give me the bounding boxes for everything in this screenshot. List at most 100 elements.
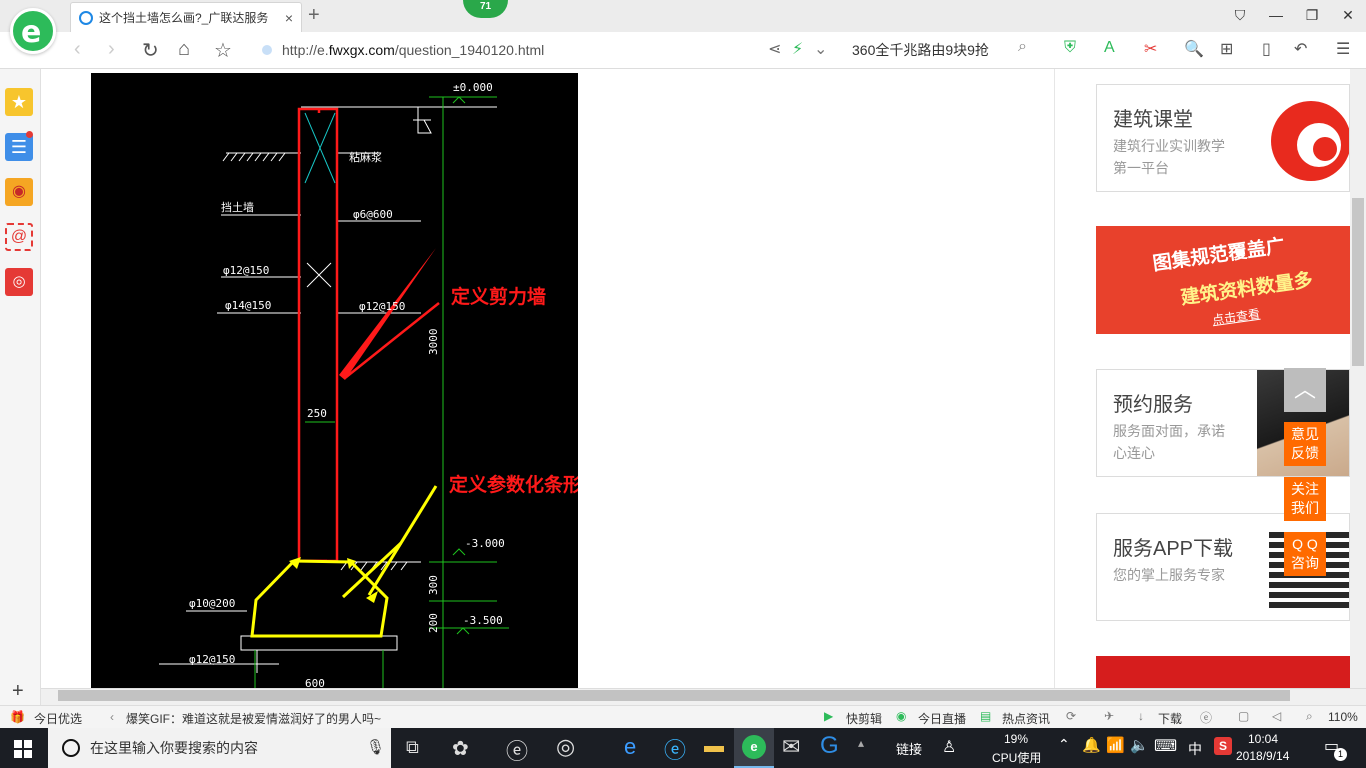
active-browser-task[interactable]: e bbox=[734, 728, 774, 768]
edge-browser-icon[interactable]: ⓔ bbox=[506, 734, 528, 766]
swirl-app-icon[interactable]: ◎ bbox=[556, 734, 575, 760]
game-icon[interactable]: ◎ bbox=[5, 268, 33, 296]
speaker-icon[interactable]: 🔈 bbox=[1130, 736, 1149, 754]
follow-us-button[interactable]: 关注 我们 bbox=[1284, 477, 1326, 521]
apps-grid-icon[interactable]: ⊞ bbox=[1220, 39, 1233, 59]
user-icon[interactable]: ♙ bbox=[942, 737, 956, 757]
banner-line1: 图集规范覆盖广 bbox=[1151, 235, 1287, 276]
keyboard-icon[interactable]: ⌨ bbox=[1154, 736, 1177, 756]
drawing-phi6-label: φ6@600 bbox=[353, 208, 393, 221]
address-bar[interactable]: http://e.fwxgx.com/question_1940120.html bbox=[262, 36, 842, 64]
ime-indicator[interactable]: 中 bbox=[1188, 739, 1202, 759]
microphone-icon[interactable]: 🎙 bbox=[366, 738, 385, 756]
speed-icon[interactable]: ⟳ bbox=[1066, 709, 1076, 723]
drawing-wall-label: 挡土墙 bbox=[221, 200, 254, 214]
taskbar-overflow-icon[interactable]: ▴ bbox=[858, 736, 864, 750]
window-icon[interactable]: ▢ bbox=[1238, 709, 1249, 723]
pin-icon[interactable]: ✈ bbox=[1104, 709, 1114, 723]
favorite-star-icon[interactable]: ☆ bbox=[214, 38, 232, 63]
tab-active[interactable]: 这个挡土墙怎么画?_广联达服务 × bbox=[70, 2, 302, 32]
drawing-dim3000: 3000 bbox=[427, 329, 440, 356]
annotation-shear-wall: 定义剪力墙 bbox=[451, 285, 546, 308]
skin-icon[interactable]: ⛉ bbox=[1222, 0, 1258, 32]
cad-drawing-svg: ±0.000 粘麻浆 挡土墙 φ6@600 φ12@150 φ14@150 φ1… bbox=[159, 81, 578, 688]
task-view-icon[interactable]: ⧉ bbox=[406, 737, 419, 758]
volume-icon[interactable]: ◁ bbox=[1272, 709, 1281, 723]
search-suggestion[interactable]: 360全千兆路由9块9抢 bbox=[852, 40, 989, 60]
sogou-ime-icon[interactable]: S bbox=[1214, 737, 1232, 755]
clock-time[interactable]: 10:04 bbox=[1248, 732, 1278, 746]
reading-mode-icon[interactable]: ▯ bbox=[1262, 39, 1271, 59]
forward-icon[interactable]: › bbox=[108, 38, 115, 61]
url-text: http://e.fwxgx.com/question_1940120.html bbox=[282, 42, 545, 58]
notif-count-badge: 1 bbox=[1334, 748, 1347, 761]
card-building-class[interactable]: 建筑课堂 建筑行业实训教学第一平台 bbox=[1096, 84, 1350, 192]
edge-icon[interactable]: e bbox=[624, 734, 636, 760]
banner-ad[interactable]: 图集规范覆盖广 建筑资料数量多 点击查看 bbox=[1096, 226, 1350, 334]
chevron-down-icon[interactable]: ⌄ bbox=[814, 39, 827, 59]
status-item-download[interactable]: 下载 bbox=[1158, 710, 1182, 727]
favicon-icon bbox=[79, 10, 93, 25]
magnifier-icon[interactable]: 🔍 bbox=[1184, 39, 1204, 59]
zoom-level[interactable]: 110% bbox=[1328, 710, 1358, 724]
browser-ie-icon[interactable]: ⓔ bbox=[1200, 709, 1212, 726]
shield-icon[interactable]: ⛨ bbox=[1064, 39, 1076, 57]
link-label[interactable]: 链接 bbox=[896, 739, 922, 758]
reload-icon[interactable]: ↻ bbox=[142, 38, 159, 63]
new-tab-button[interactable]: + bbox=[308, 4, 320, 27]
translate-icon[interactable]: A bbox=[1104, 39, 1115, 57]
unread-dot bbox=[26, 131, 33, 138]
mail-icon[interactable]: ✉ bbox=[782, 734, 800, 760]
vertical-scrollbar[interactable] bbox=[1350, 69, 1366, 688]
cortana-icon[interactable] bbox=[62, 739, 80, 757]
clock-date[interactable]: 2018/9/14 bbox=[1236, 749, 1289, 763]
daily-picks[interactable]: 今日优选 bbox=[34, 710, 82, 727]
back-to-top-button[interactable]: ︿ bbox=[1284, 368, 1326, 412]
menu-icon[interactable]: ☰ bbox=[1336, 39, 1350, 59]
taskbar-search[interactable]: 在这里输入你要搜索的内容 🎙 bbox=[48, 728, 391, 768]
mail-at-icon[interactable]: @ bbox=[5, 223, 33, 251]
restore-button[interactable]: ❐ bbox=[1294, 0, 1330, 32]
add-sidebar-item-icon[interactable]: + bbox=[12, 680, 24, 703]
share-icon[interactable]: ⋖ bbox=[768, 39, 781, 59]
close-window-button[interactable]: ✕ bbox=[1330, 0, 1366, 32]
minimize-button[interactable]: — bbox=[1258, 0, 1294, 32]
horizontal-scroll-thumb[interactable] bbox=[58, 690, 1290, 701]
drawing-phi14-label: φ14@150 bbox=[225, 299, 271, 312]
back-icon[interactable]: ‹ bbox=[74, 38, 81, 61]
windows-start-icon[interactable] bbox=[14, 740, 32, 758]
status-item-live[interactable]: 今日直播 bbox=[918, 710, 966, 727]
tray-chevron-icon[interactable]: ⌃ bbox=[1058, 736, 1070, 753]
fan-app-icon[interactable]: ✿ bbox=[452, 736, 469, 761]
search-icon[interactable]: ⌕ bbox=[1018, 38, 1027, 56]
status-item-hot[interactable]: 热点资讯 bbox=[1002, 710, 1050, 727]
zoom-icon[interactable]: ⌕ bbox=[1306, 709, 1313, 724]
news-ticker[interactable]: 爆笑GIF：难道这就是被爱情滋润好了的男人吗~ bbox=[126, 710, 426, 727]
live-icon: ◉ bbox=[896, 709, 907, 723]
file-explorer-icon[interactable]: ▬ bbox=[704, 735, 724, 758]
drawing-dim300: 300 bbox=[427, 575, 440, 595]
notification-bell-icon[interactable]: 🔔 bbox=[1082, 736, 1101, 754]
card-subtitle: 建筑行业实训教学第一平台 bbox=[1113, 138, 1225, 176]
weibo-icon[interactable]: ◉ bbox=[5, 178, 33, 206]
drawing-dim200: 200 bbox=[427, 613, 440, 633]
speed-mode-icon[interactable]: ⚡ bbox=[792, 39, 803, 59]
bottom-banner-ad[interactable] bbox=[1096, 656, 1350, 688]
status-item-clip[interactable]: 快剪辑 bbox=[846, 710, 882, 727]
qq-consult-button[interactable]: Q Q 咨询 bbox=[1284, 532, 1326, 576]
guanglianda-logo-icon bbox=[1271, 101, 1349, 181]
site-info-icon[interactable] bbox=[262, 45, 272, 55]
feedback-button[interactable]: 意见 反馈 bbox=[1284, 422, 1326, 466]
home-icon[interactable]: ⌂ bbox=[178, 38, 190, 61]
vertical-scroll-thumb[interactable] bbox=[1352, 198, 1364, 366]
screenshot-scissors-icon[interactable]: ✂ bbox=[1144, 39, 1157, 59]
wifi-icon[interactable]: 📶 bbox=[1106, 736, 1125, 754]
banner-cta[interactable]: 点击查看 bbox=[1211, 305, 1261, 329]
favorites-star-icon[interactable]: ★ bbox=[5, 88, 33, 116]
browser-logo-icon[interactable]: e bbox=[10, 8, 56, 54]
card-subtitle: 服务面对面，承诺心连心 bbox=[1113, 423, 1225, 461]
undo-icon[interactable]: ↶ bbox=[1294, 39, 1307, 59]
glodon-icon[interactable]: G bbox=[820, 732, 839, 760]
ie-icon[interactable]: ⓔ bbox=[664, 733, 686, 765]
tab-close-button[interactable]: × bbox=[285, 10, 293, 26]
